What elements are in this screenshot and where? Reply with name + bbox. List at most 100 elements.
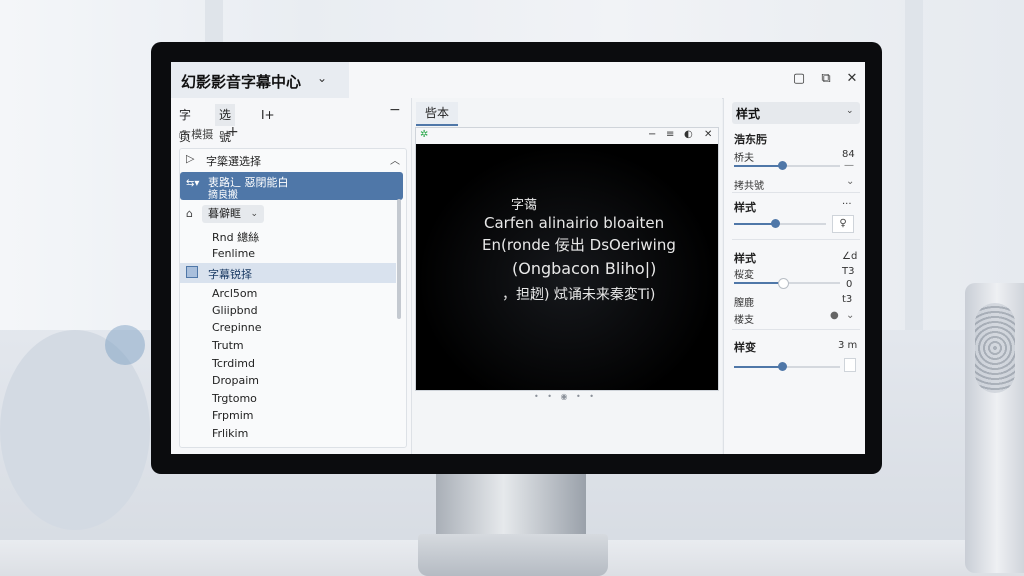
subtitle-line: En(ronde 佞出 DsOeriwing: [482, 236, 676, 254]
list-item[interactable]: Frlikim: [212, 427, 248, 440]
category-dropdown[interactable]: 暮僻眶 ⌄: [202, 205, 264, 223]
player-minimize-button[interactable]: −: [648, 129, 656, 140]
video-player: ✲ − ≡ ◐ ✕ 字蔼 Carfen alinairio bloaiten E…: [415, 127, 719, 391]
monitor-stand: [436, 474, 586, 536]
section-title: 样式: [734, 201, 756, 214]
app-title: 幻影影音字幕中心: [181, 73, 302, 91]
left-panel: 字页 选號 I+ − ⎙ 模摄 + ▷ 字簗選选择 ︿ ⇆▾ 衷路辶 惡閉能白 …: [171, 98, 412, 454]
size-slider[interactable]: [734, 159, 840, 173]
slider-fill: [734, 223, 776, 225]
setting-value: 3 m: [838, 340, 858, 351]
selector-header-label: 字簗選选择: [206, 155, 261, 168]
selected-list-item[interactable]: ⇆▾ 衷路辶 惡閉能白 摘良搬: [180, 172, 403, 201]
spinner-button[interactable]: [844, 358, 856, 372]
player-menu-button[interactable]: ≡: [666, 129, 674, 140]
outline-slider[interactable]: [734, 217, 826, 231]
dash-icon: —: [844, 160, 854, 171]
scrollbar-thumb[interactable]: [397, 199, 401, 319]
color-picker-button[interactable]: ♀: [832, 215, 854, 233]
setting-value: T3: [842, 266, 855, 277]
slider-fill: [734, 165, 782, 167]
chevron-down-icon[interactable]: ⌄: [846, 310, 854, 321]
right-panel: 样式 ⌄ 浩东肟 桥夫 84 — 拷共號 ⌄ 样式 ··· ♀ 样式 ∠d 桜変…: [723, 98, 865, 454]
section-title: 样变: [734, 341, 756, 354]
tab-import[interactable]: I+: [261, 104, 275, 126]
subtitle-line: 字蔼: [511, 198, 538, 213]
subtitle-line: Carfen alinairio bloaiten: [484, 214, 665, 232]
add-button[interactable]: +: [227, 124, 239, 140]
section-title: 样式: [734, 252, 756, 265]
center-panel: 呰本 ✲ − ≡ ◐ ✕ 字蔼 Carfen alinairio bloaite…: [412, 98, 722, 454]
slider-knob[interactable]: [777, 278, 789, 289]
list-item[interactable]: Arcl5om: [212, 287, 257, 300]
player-settings-button[interactable]: ◐: [684, 129, 693, 140]
swap-icon: ⇆▾: [186, 178, 200, 189]
list-item[interactable]: Gliipbnd: [212, 304, 258, 317]
align-icon[interactable]: ∠d: [842, 251, 857, 262]
slider-fill: [734, 282, 782, 284]
video-preview[interactable]: 字蔼 Carfen alinairio bloaiten En(ronde 佞出…: [416, 144, 718, 390]
highlighted-item-label: 字幕锐择: [208, 268, 252, 281]
maximize-button[interactable]: ⧉: [818, 71, 834, 87]
section-title: 浩东肟: [734, 133, 767, 146]
tab-select[interactable]: 选號: [215, 104, 236, 144]
setting-value: 84: [842, 149, 855, 160]
category-dropdown-label: 暮僻眶: [208, 207, 241, 220]
template-label[interactable]: ⎙ 模摄: [179, 126, 213, 142]
list-item[interactable]: Crepinne: [212, 321, 261, 334]
list-item[interactable]: Trutm: [212, 339, 244, 352]
slider-knob[interactable]: [777, 161, 787, 170]
list-item[interactable]: Rnd 總絲: [212, 229, 259, 245]
divider: [732, 239, 860, 240]
tab-subtitles[interactable]: 字页: [179, 104, 191, 144]
slider-knob[interactable]: [777, 362, 787, 371]
list-item[interactable]: Frpmim: [212, 409, 254, 422]
app-window: 幻影影音字幕中心 ⌄ ▢ ⧉ ✕ 字页 选號 I+ − ⎙ 模摄 + ▷ 字簗選…: [171, 62, 865, 454]
close-button[interactable]: ✕: [844, 71, 860, 87]
pager-dots[interactable]: • • ◉ • •: [534, 392, 597, 401]
setting-value: t3: [842, 294, 853, 305]
app-title-tab[interactable]: 幻影影音字幕中心 ⌄: [171, 62, 349, 98]
style-header-label: 样式: [736, 107, 761, 121]
background-blur: [105, 325, 145, 365]
more-icon[interactable]: ···: [842, 199, 852, 210]
slider-knob[interactable]: [771, 219, 781, 228]
list-item[interactable]: Trgtomo: [212, 392, 257, 405]
title-bar: 幻影影音字幕中心 ⌄ ▢ ⧉ ✕: [171, 62, 865, 99]
setting-label: 膣鹿: [734, 298, 754, 309]
list-item[interactable]: Dropaim: [212, 374, 259, 387]
slider-fill: [734, 366, 782, 368]
divider: [732, 192, 860, 193]
chevron-down-icon[interactable]: ⌄: [846, 176, 854, 187]
spacing-slider[interactable]: [734, 360, 840, 374]
setting-label: 拷共號: [734, 181, 764, 192]
chevron-up-icon[interactable]: ︿: [390, 152, 400, 167]
list-item[interactable]: Fenlime: [212, 247, 255, 260]
home-icon[interactable]: ⌂: [186, 207, 193, 220]
pc-tower: [965, 283, 1024, 573]
list-item[interactable]: Tcrdimd: [212, 357, 255, 370]
style-section-header[interactable]: 样式 ⌄: [732, 102, 860, 124]
player-titlebar: ✲ − ≡ ◐ ✕: [416, 128, 718, 144]
divider: [732, 329, 860, 330]
tower-vent: [975, 303, 1015, 393]
selector-header[interactable]: ▷ 字簗選选择 ︿: [180, 149, 406, 171]
chevron-down-icon: ⌄: [846, 106, 854, 116]
highlighted-list-item[interactable]: 字幕锐择: [180, 263, 396, 283]
play-triangle-icon: ▷: [186, 152, 195, 165]
folder-icon: [186, 266, 198, 278]
chevron-down-icon: ⌄: [250, 209, 258, 219]
collapse-button[interactable]: −: [389, 102, 401, 118]
setting-label: 楼支: [734, 315, 754, 326]
color-dot-icon[interactable]: ●: [830, 310, 839, 321]
opacity-slider[interactable]: [734, 276, 840, 290]
subtitle-line: ，担趔) 烒诵未来秦変Ti): [502, 287, 656, 303]
setting-value: 0: [846, 279, 853, 290]
monitor-base: [418, 534, 608, 576]
tab-text[interactable]: 呰本: [416, 102, 458, 126]
selected-item-subtitle: 摘良搬: [208, 190, 238, 201]
chevron-down-icon[interactable]: ⌄: [317, 71, 327, 85]
minimize-button[interactable]: ▢: [791, 71, 807, 87]
background-pillar: [905, 0, 923, 330]
player-close-button[interactable]: ✕: [704, 129, 712, 140]
